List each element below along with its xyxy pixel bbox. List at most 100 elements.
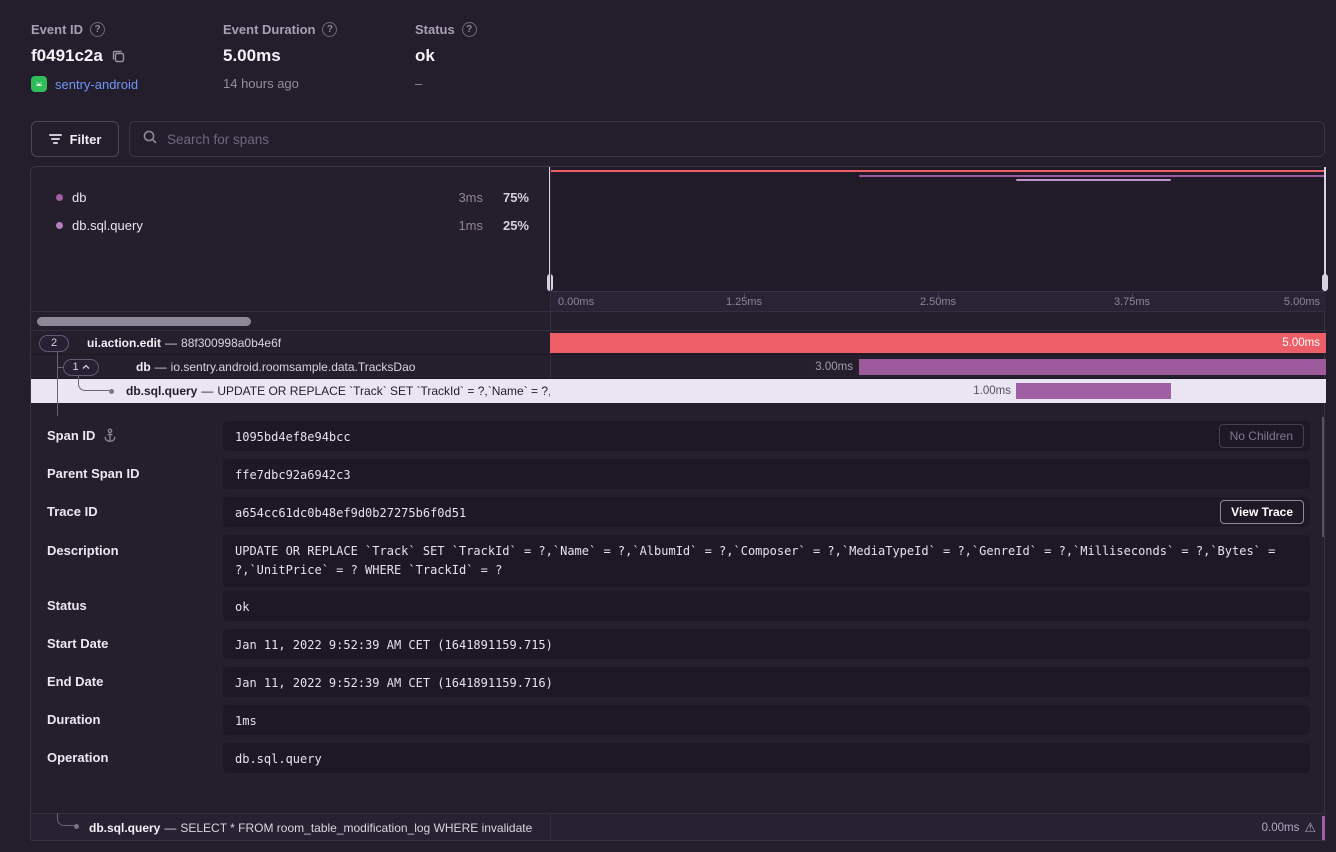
status-value-box: ok [223, 591, 1310, 621]
axis-tick-3: 3.75ms [1092, 296, 1172, 308]
span-id-label: Span ID [47, 428, 95, 443]
span-row-db-sql-query-select[interactable]: db.sql.query—SELECT * FROM room_table_mo… [31, 813, 1326, 841]
span-bar-db[interactable] [859, 359, 1326, 375]
span-desc: UPDATE OR REPLACE `Track` SET `TrackId` … [217, 384, 550, 398]
tree-connector-stub [57, 367, 63, 368]
parent-span-id-value-box: ffe7dbc92a6942c3 [223, 459, 1310, 489]
span-id-label-row: Span ID [47, 428, 117, 443]
copy-icon[interactable] [111, 49, 126, 64]
trace-id-value: a654cc61dc0b48ef9d0b27275b6f0d51 [223, 497, 1310, 530]
status-field-label: Status [47, 598, 87, 613]
operation-value: db.sql.query [223, 743, 1310, 776]
status-column: Status ? ok – [415, 22, 477, 91]
db-legend-percent: 75% [429, 190, 529, 205]
horizontal-scroll-thumb[interactable] [37, 317, 251, 326]
tree-connector-curve [57, 813, 75, 826]
no-children-button[interactable]: No Children [1219, 424, 1304, 448]
span-row-db[interactable]: 1 db—io.sentry.android.roomsample.data.T… [31, 355, 1326, 379]
span-duration: 1.00ms [821, 385, 1011, 397]
event-id-label-row: Event ID ? [31, 22, 138, 37]
filter-button[interactable]: Filter [31, 121, 119, 157]
span-op: db.sql.query [126, 384, 197, 398]
span-op: db.sql.query [89, 821, 160, 835]
trace-id-label: Trace ID [47, 504, 98, 519]
warning-icon: ⚠ [1304, 820, 1316, 836]
span-bar-ui-action-edit[interactable]: 5.00ms [550, 333, 1326, 353]
filter-button-label: Filter [70, 132, 102, 147]
event-age: 14 hours ago [223, 76, 337, 91]
tree-horizontal-scrollbar [31, 311, 1326, 331]
span-bar-db-sql-query[interactable] [1016, 383, 1171, 399]
operation-value-box: db.sql.query [223, 743, 1310, 773]
children-count-badge[interactable]: 2 [39, 335, 69, 352]
span-duration: 0.00ms [1262, 822, 1300, 834]
event-duration-label: Event Duration [223, 22, 315, 37]
span-duration: 5.00ms [1282, 337, 1320, 349]
axis-tick-1: 1.25ms [704, 296, 784, 308]
start-date-value-box: Jan 11, 2022 9:52:39 AM CET (1641891159.… [223, 629, 1310, 659]
span-search [129, 121, 1325, 157]
start-date-value: Jan 11, 2022 9:52:39 AM CET (1641891159.… [223, 629, 1310, 662]
anchor-icon[interactable] [103, 428, 117, 443]
children-count: 2 [51, 337, 57, 349]
help-icon[interactable]: ? [90, 22, 105, 37]
duration-value-box: 1ms [223, 705, 1310, 735]
db-sql-query-legend-dot [56, 222, 63, 229]
search-input[interactable] [167, 132, 1312, 147]
span-op: db [136, 360, 151, 374]
children-count: 1 [72, 361, 78, 373]
chevron-up-icon [82, 364, 90, 370]
minimap-span-ui-action-edit [550, 170, 1326, 172]
status-label: Status [415, 22, 455, 37]
status-sub: – [415, 76, 477, 91]
help-icon[interactable]: ? [462, 22, 477, 37]
span-id-value: 1095bd4ef8e94bcc [223, 421, 1310, 454]
event-id-label: Event ID [31, 22, 83, 37]
tree-connector-dot [74, 824, 79, 829]
axis-tick-4: 5.00ms [1284, 296, 1320, 308]
tree-column-divider [550, 814, 551, 840]
duration-field-label: Duration [47, 712, 100, 727]
span-desc: io.sentry.android.roomsample.data.Tracks… [171, 360, 416, 374]
minimap-right-handle[interactable] [1321, 167, 1328, 291]
span-desc: 88f300998a0b4e6f [181, 336, 281, 350]
minimap-span-db [859, 175, 1326, 177]
spans-panel: db 3ms 75% db.sql.query 1ms 25% 0.00ms 1… [30, 166, 1325, 840]
db-legend-name: db [72, 190, 86, 205]
view-trace-button[interactable]: View Trace [1220, 500, 1304, 524]
duration-field-value: 1ms [223, 705, 1310, 738]
event-duration-column: Event Duration ? 5.00ms 14 hours ago [223, 22, 337, 91]
help-icon[interactable]: ? [322, 22, 337, 37]
parent-span-id-label: Parent Span ID [47, 466, 139, 481]
span-bar-zero-duration [1322, 816, 1325, 840]
time-axis: 0.00ms 1.25ms 2.50ms 3.75ms 5.00ms [550, 291, 1326, 311]
span-desc: SELECT * FROM room_table_modification_lo… [180, 821, 532, 835]
parent-span-id-value: ffe7dbc92a6942c3 [223, 459, 1310, 492]
span-op: ui.action.edit [87, 336, 161, 350]
minimap-span-db-sql-query [1016, 179, 1171, 181]
tree-connector-line [57, 352, 58, 416]
tree-connector-curve [78, 376, 109, 391]
db-sql-query-legend-percent: 25% [429, 218, 529, 233]
details-vertical-scroll-thumb[interactable] [1322, 417, 1324, 537]
event-duration-value: 5.00ms [223, 46, 281, 66]
span-row-db-sql-query-selected[interactable]: db.sql.query—UPDATE OR REPLACE `Track` S… [31, 379, 1326, 403]
axis-tick-0: 0.00ms [558, 296, 594, 308]
event-id-column: Event ID ? f0491c2a sentry-android [31, 22, 138, 92]
span-row-ui-action-edit[interactable]: 2 ui.action.edit—88f300998a0b4e6f 5.00ms [31, 331, 1326, 355]
children-count-badge[interactable]: 1 [63, 359, 99, 376]
search-icon [142, 129, 158, 150]
end-date-label: End Date [47, 674, 103, 689]
description-label: Description [47, 543, 119, 558]
android-icon [31, 76, 47, 92]
span-detail-page: Event ID ? f0491c2a sentry-android [0, 0, 1336, 852]
axis-tick-2: 2.50ms [898, 296, 978, 308]
legend-row-db[interactable]: db 3ms 75% [31, 187, 550, 207]
trace-minimap[interactable] [550, 167, 1326, 291]
span-duration: 3.00ms [659, 361, 853, 373]
end-date-value: Jan 11, 2022 9:52:39 AM CET (1641891159.… [223, 667, 1310, 700]
db-legend-dot [56, 194, 63, 201]
legend-row-db-sql-query[interactable]: db.sql.query 1ms 25% [31, 215, 550, 235]
project-link[interactable]: sentry-android [55, 77, 138, 92]
span-id-value-box: 1095bd4ef8e94bcc No Children [223, 421, 1310, 451]
